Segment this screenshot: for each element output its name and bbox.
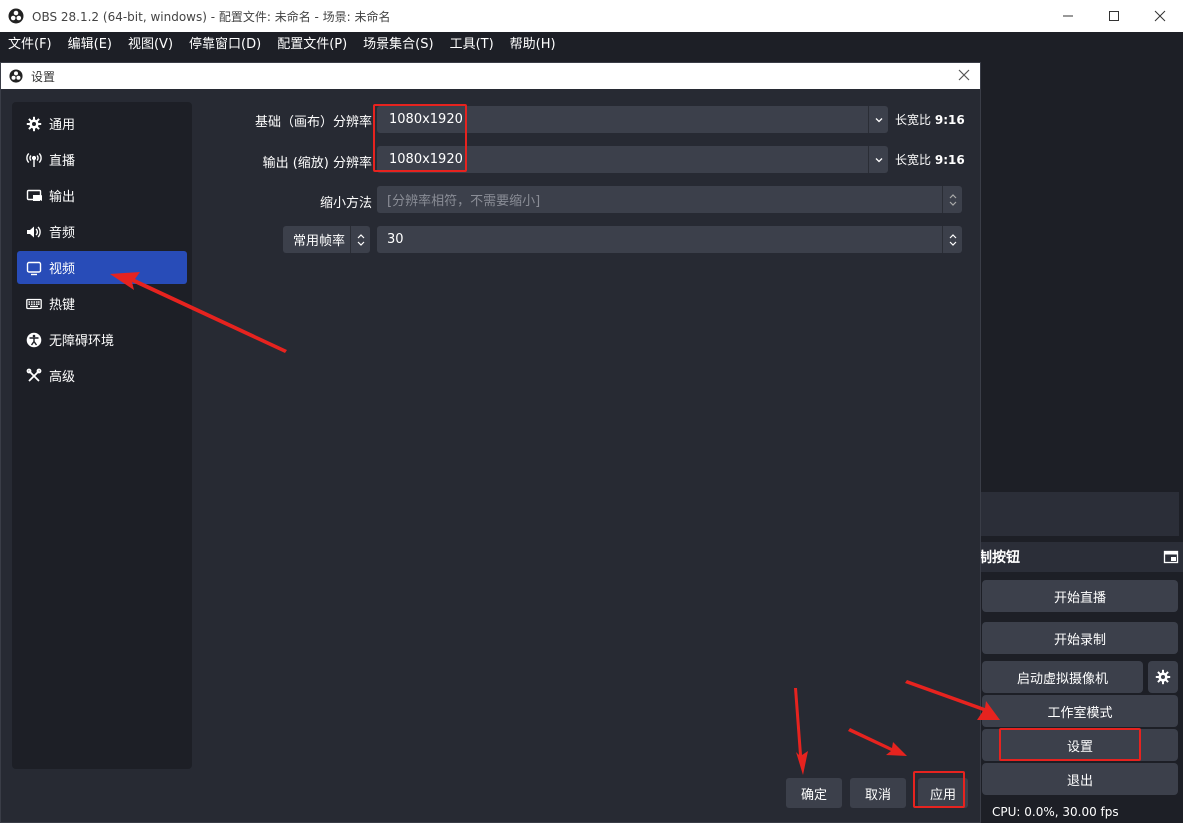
start-streaming-button[interactable]: 开始直播 <box>982 580 1178 612</box>
base-aspect-ratio: 长宽比 9:16 <box>895 113 965 127</box>
menu-file[interactable]: 文件(F) <box>0 32 60 58</box>
dock-panel-strip <box>981 492 1179 536</box>
sidebar-item-output[interactable]: 输出 <box>17 179 187 212</box>
monitor-icon <box>25 259 43 277</box>
menu-help[interactable]: 帮助(H) <box>502 32 564 58</box>
base-resolution-value: 1080x1920 <box>389 112 463 127</box>
menu-bar: 文件(F) 编辑(E) 视图(V) 停靠窗口(D) 配置文件(P) 场景集合(S… <box>0 32 1183 58</box>
downscale-filter-combo[interactable]: [分辨率相符，不需要缩小] <box>377 186 962 213</box>
updown-arrows-icon <box>350 226 370 253</box>
downscale-filter-label: 缩小方法 <box>319 196 372 211</box>
sidebar-item-accessibility[interactable]: 无障碍环境 <box>17 323 187 356</box>
sidebar-item-label: 无障碍环境 <box>49 334 115 349</box>
gear-icon <box>1155 669 1171 685</box>
settings-sidebar: 通用 直播 输出 音频 视频 热键 无障碍环境 高级 <box>12 102 192 769</box>
sidebar-item-label: 通用 <box>49 118 76 133</box>
minimize-icon <box>1063 15 1073 17</box>
virtual-camera-settings-button[interactable] <box>1148 661 1178 693</box>
chevron-down-icon <box>868 146 888 173</box>
fps-type-value: 常用帧率 <box>293 234 346 249</box>
menu-profile[interactable]: 配置文件(P) <box>269 32 355 58</box>
chevron-down-icon <box>868 106 888 133</box>
accessibility-icon <box>25 331 43 349</box>
sidebar-item-hotkeys[interactable]: 热键 <box>17 287 187 320</box>
ok-button[interactable]: 确定 <box>786 778 842 808</box>
settings-dialog: 设置 通用 直播 输出 音频 视频 热键 无障碍环境 高级 基础（画布）分辨率 … <box>0 62 981 823</box>
studio-mode-button[interactable]: 工作室模式 <box>982 695 1178 727</box>
cancel-button[interactable]: 取消 <box>850 778 906 808</box>
controls-dock-header: 制按钮 <box>978 542 1183 572</box>
sidebar-item-label: 输出 <box>49 190 76 205</box>
keyboard-icon <box>25 295 43 313</box>
gear-icon <box>25 115 43 133</box>
tools-icon <box>25 367 43 385</box>
sidebar-item-video[interactable]: 视频 <box>17 251 187 284</box>
minimize-button[interactable] <box>1045 0 1091 32</box>
updown-arrows-icon <box>942 226 962 253</box>
close-dialog-button[interactable] <box>958 66 970 85</box>
maximize-button[interactable] <box>1091 0 1137 32</box>
status-bar: CPU: 0.0%, 30.00 fps <box>981 800 1183 823</box>
obs-logo-icon <box>8 8 24 24</box>
output-aspect-ratio: 长宽比 9:16 <box>895 153 965 167</box>
undock-icon[interactable] <box>1163 549 1179 565</box>
settings-dialog-title: 设置 <box>31 69 56 84</box>
menu-edit[interactable]: 编辑(E) <box>60 32 120 58</box>
maximize-icon <box>1109 11 1119 21</box>
window-titlebar: OBS 28.1.2 (64-bit, windows) - 配置文件: 未命名… <box>0 0 1183 32</box>
sidebar-item-general[interactable]: 通用 <box>17 107 187 140</box>
output-resolution-label: 输出 (缩放) 分辨率 <box>262 156 372 171</box>
fps-value-combo[interactable]: 30 <box>377 226 962 253</box>
start-virtual-camera-button[interactable]: 启动虚拟摄像机 <box>982 661 1143 693</box>
sidebar-item-audio[interactable]: 音频 <box>17 215 187 248</box>
menu-scene-collection[interactable]: 场景集合(S) <box>355 32 441 58</box>
obs-logo-icon <box>9 69 23 83</box>
start-recording-button[interactable]: 开始录制 <box>982 622 1178 654</box>
window-title: OBS 28.1.2 (64-bit, windows) - 配置文件: 未命名… <box>32 9 391 24</box>
close-icon <box>1154 10 1166 22</box>
base-resolution-combo[interactable]: 1080x1920 <box>377 106 888 133</box>
sidebar-item-advanced[interactable]: 高级 <box>17 359 187 392</box>
output-icon <box>25 187 43 205</box>
updown-arrows-icon <box>942 186 962 213</box>
cpu-fps-status: CPU: 0.0%, 30.00 fps <box>992 804 1119 819</box>
video-settings-panel: 基础（画布）分辨率 1080x1920 长宽比 9:16 输出 (缩放) 分辨率… <box>192 89 980 769</box>
speaker-icon <box>25 223 43 241</box>
menu-tools[interactable]: 工具(T) <box>442 32 502 58</box>
settings-dialog-titlebar: 设置 <box>1 63 980 89</box>
menu-docks[interactable]: 停靠窗口(D) <box>181 32 269 58</box>
settings-button[interactable]: 设置 <box>982 729 1178 761</box>
broadcast-icon <box>25 151 43 169</box>
fps-type-combo[interactable]: 常用帧率 <box>283 226 370 253</box>
output-resolution-combo[interactable]: 1080x1920 <box>377 146 888 173</box>
base-resolution-label: 基础（画布）分辨率 <box>254 115 372 130</box>
close-icon <box>958 69 970 81</box>
sidebar-item-label: 视频 <box>49 262 76 277</box>
sidebar-item-label: 高级 <box>49 370 76 385</box>
menu-view[interactable]: 视图(V) <box>120 32 181 58</box>
fps-value: 30 <box>387 232 404 247</box>
close-window-button[interactable] <box>1137 0 1183 32</box>
sidebar-item-label: 热键 <box>49 298 76 313</box>
apply-button[interactable]: 应用 <box>918 778 968 808</box>
sidebar-item-label: 直播 <box>49 154 76 169</box>
output-resolution-value: 1080x1920 <box>389 152 463 167</box>
sidebar-item-stream[interactable]: 直播 <box>17 143 187 176</box>
sidebar-item-label: 音频 <box>49 226 76 241</box>
controls-dock-title: 制按钮 <box>978 550 1020 566</box>
downscale-filter-value: [分辨率相符，不需要缩小] <box>387 194 541 209</box>
exit-button[interactable]: 退出 <box>982 763 1178 795</box>
